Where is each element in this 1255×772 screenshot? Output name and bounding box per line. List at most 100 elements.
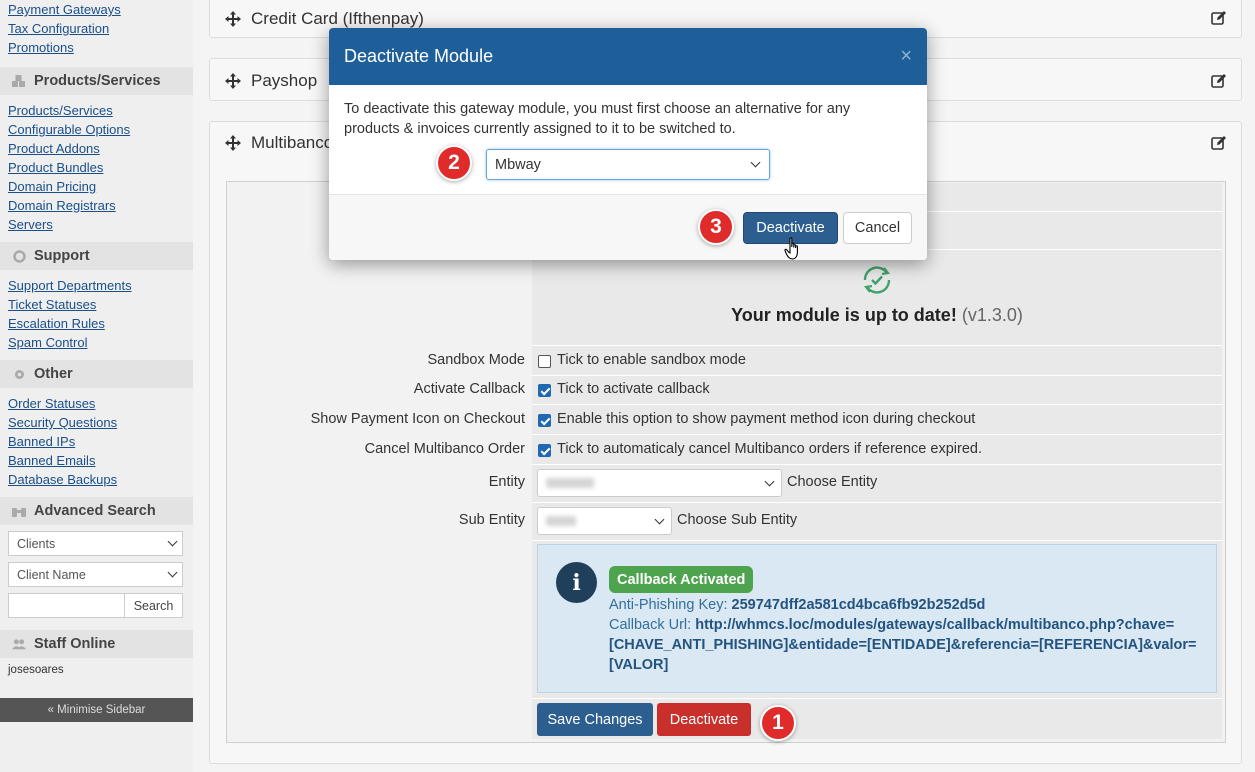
search-type-select[interactable]: Clients [8, 531, 183, 556]
payment-icon-text: Enable this option to show payment metho… [557, 411, 976, 427]
sidebar-link-product-bundles[interactable]: Product Bundles [0, 158, 193, 177]
sidebar-link-security-questions[interactable]: Security Questions [0, 413, 193, 432]
row-divider [532, 540, 1222, 541]
sub-entity-select[interactable] [537, 507, 672, 535]
entity-help: Choose Entity [787, 474, 878, 490]
chevron-down-icon [654, 514, 665, 524]
minimise-sidebar-button[interactable]: « Minimise Sidebar [0, 698, 193, 722]
sidebar-search: Search [8, 593, 183, 618]
step-badge-2: 2 [436, 145, 472, 181]
panel-title: Payshop [251, 70, 318, 90]
callback-text: Tick to activate callback [557, 381, 710, 397]
sidebar-section-support: Support [0, 242, 193, 270]
lifebuoy-icon [12, 249, 26, 263]
alternative-gateway-select[interactable]: Mbway [486, 149, 770, 180]
move-icon[interactable] [224, 10, 242, 28]
sync-check-icon [860, 263, 894, 297]
staff-online-user[interactable]: josesoares [0, 664, 193, 676]
step-badge-1: 1 [760, 705, 796, 741]
dialog-body: To deactivate this gateway module, you m… [329, 85, 927, 195]
sidebar-link-database-backups[interactable]: Database Backups [0, 470, 193, 489]
row-divider [532, 404, 1222, 405]
cancel-order-checkbox[interactable] [538, 444, 551, 457]
sidebar-section-staff-online: Staff Online [0, 630, 193, 658]
sidebar: Payment Gateways Tax Configuration Promo… [0, 0, 193, 772]
dialog-message-line2: products & invoices currently assigned t… [344, 121, 736, 137]
sub-entity-help: Choose Sub Entity [677, 512, 798, 528]
sidebar-link-tax-configuration[interactable]: Tax Configuration [0, 19, 193, 38]
row-divider [532, 464, 1222, 465]
cancel-button[interactable]: Cancel [843, 212, 912, 244]
sub-entity-label: Sub Entity [458, 512, 525, 528]
sidebar-link-servers[interactable]: Servers [0, 215, 193, 234]
entity-select[interactable] [537, 469, 782, 497]
callback-activated-badge: Callback Activated [609, 566, 754, 593]
redacted-value [546, 516, 576, 526]
sidebar-link-order-statuses[interactable]: Order Statuses [0, 394, 193, 413]
settings-label-column [230, 183, 532, 739]
callback-url: Callback Url: http://whmcs.loc/modules/g… [609, 617, 1175, 633]
search-field-select[interactable]: Client Name [8, 562, 183, 587]
edit-icon[interactable] [1211, 135, 1227, 151]
payment-icon-checkbox[interactable] [538, 414, 551, 427]
cubes-icon [12, 75, 26, 87]
module-status: Your module is up to date! (v1.3.0) [731, 305, 1023, 325]
anti-phishing-key: Anti-Phishing Key: 259747dff2a581cd4bca6… [609, 597, 986, 613]
dialog-footer: Deactivate Cancel [329, 195, 927, 260]
sidebar-link-products-services[interactable]: Products/Services [0, 101, 193, 120]
row-divider [532, 345, 1222, 346]
sidebar-link-domain-registrars[interactable]: Domain Registrars [0, 196, 193, 215]
payment-icon-label: Show Payment Icon on Checkout [310, 411, 525, 427]
sidebar-link-escalation-rules[interactable]: Escalation Rules [0, 314, 193, 333]
deactivate-module-dialog: Deactivate Module × To deactivate this g… [329, 28, 927, 260]
sidebar-link-banned-ips[interactable]: Banned IPs [0, 432, 193, 451]
callback-url-line3: [VALOR] [609, 657, 669, 673]
sandbox-text: Tick to enable sandbox mode [557, 352, 746, 368]
dialog-message-line1: To deactivate this gateway module, you m… [344, 101, 851, 117]
sidebar-section-other: Other [0, 360, 193, 388]
callback-label: Activate Callback [413, 381, 525, 397]
info-icon: i [556, 562, 597, 603]
cancel-order-label: Cancel Multibanco Order [364, 441, 525, 457]
callback-url-line2: [CHAVE_ANTI_PHISHING]&entidade=[ENTIDADE… [609, 637, 1197, 653]
row-divider [532, 698, 1222, 699]
sidebar-link-product-addons[interactable]: Product Addons [0, 139, 193, 158]
move-icon[interactable] [224, 72, 242, 90]
search-button[interactable]: Search [125, 593, 183, 618]
cancel-order-text: Tick to automaticaly cancel Multibanco o… [557, 441, 982, 457]
sidebar-section-products: Products/Services [0, 67, 193, 95]
sidebar-section-advanced-search: Advanced Search [0, 497, 193, 525]
sidebar-link-spam-control[interactable]: Spam Control [0, 333, 193, 352]
dialog-title: Deactivate Module [344, 46, 494, 66]
sidebar-link-promotions[interactable]: Promotions [0, 38, 193, 57]
deactivate-button[interactable]: Deactivate [657, 703, 751, 736]
close-icon[interactable]: × [900, 45, 912, 68]
chevron-down-icon [167, 567, 178, 578]
sandbox-label: Sandbox Mode [427, 352, 525, 368]
sidebar-link-support-departments[interactable]: Support Departments [0, 276, 193, 295]
chevron-down-icon [764, 476, 775, 486]
redacted-value [546, 478, 594, 488]
step-badge-3: 3 [698, 209, 734, 245]
panel-title: Multibanco [251, 133, 334, 152]
dialog-header: Deactivate Module × [329, 28, 927, 85]
sidebar-link-ticket-statuses[interactable]: Ticket Statuses [0, 295, 193, 314]
panel-title: Credit Card (Ifthenpay) [251, 9, 424, 28]
chevron-down-icon [750, 157, 761, 168]
sidebar-link-configurable-options[interactable]: Configurable Options [0, 120, 193, 139]
move-icon[interactable] [224, 134, 242, 152]
callback-checkbox[interactable] [538, 384, 551, 397]
edit-icon[interactable] [1211, 73, 1227, 89]
save-changes-button[interactable]: Save Changes [537, 703, 653, 736]
sidebar-link-domain-pricing[interactable]: Domain Pricing [0, 177, 193, 196]
users-icon [12, 638, 26, 650]
binoculars-icon [12, 505, 26, 517]
search-input[interactable] [8, 593, 125, 618]
chevron-down-icon [167, 536, 178, 547]
sandbox-checkbox[interactable] [538, 355, 551, 368]
row-divider [532, 502, 1222, 503]
edit-icon[interactable] [1211, 10, 1227, 26]
sidebar-link-payment-gateways[interactable]: Payment Gateways [0, 0, 193, 19]
sidebar-link-banned-emails[interactable]: Banned Emails [0, 451, 193, 470]
hand-cursor-icon [784, 237, 802, 261]
